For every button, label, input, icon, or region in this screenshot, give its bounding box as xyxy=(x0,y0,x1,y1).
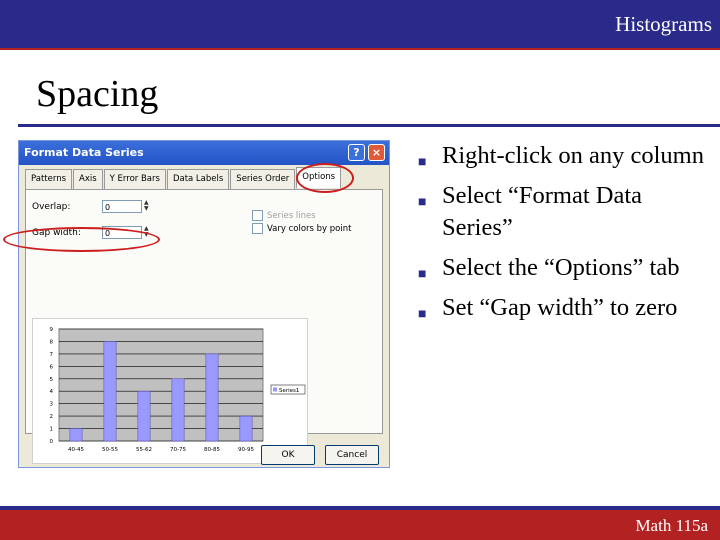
tab-patterns[interactable]: Patterns xyxy=(25,169,73,190)
checkbox-icon xyxy=(252,223,263,234)
title-rule xyxy=(18,124,720,127)
x-tick-label: 70-75 xyxy=(170,447,186,453)
header-band: Histograms xyxy=(0,0,720,48)
y-tick-label: 6 xyxy=(50,364,54,370)
y-tick-label: 2 xyxy=(50,414,54,420)
dialog-title: Format Data Series xyxy=(24,146,144,159)
y-tick-label: 0 xyxy=(50,439,54,445)
bullet-item: ■ Select the “Options” tab xyxy=(418,252,708,284)
header-rule xyxy=(0,48,720,50)
preview-chart: 0 1 2 3 4 5 6 7 8 9 40-45 50-55 55-62 70-75 80-85 90-95… xyxy=(32,318,308,464)
bar xyxy=(137,390,151,442)
bullet-item: ■ Select “Format Data Series” xyxy=(418,180,708,244)
y-tick-label: 4 xyxy=(50,389,54,395)
help-button[interactable]: ? xyxy=(348,144,365,161)
footer-text: Math 115a xyxy=(635,516,708,535)
x-tick-label: 90-95 xyxy=(238,447,254,453)
y-tick-label: 7 xyxy=(50,352,54,358)
overlap-field: Overlap: 0 ▲ ▼ xyxy=(32,200,149,213)
square-bullet-icon: ■ xyxy=(418,155,427,170)
x-tick-label: 80-85 xyxy=(204,447,220,453)
tab-series-order[interactable]: Series Order xyxy=(230,169,296,190)
square-bullet-icon: ■ xyxy=(418,307,427,322)
cancel-button[interactable]: Cancel xyxy=(325,445,379,465)
y-tick-label: 9 xyxy=(50,327,54,333)
tab-axis[interactable]: Axis xyxy=(73,169,103,190)
y-tick-label: 1 xyxy=(50,427,54,433)
bar xyxy=(205,353,219,442)
tab-y-error-bars[interactable]: Y Error Bars xyxy=(103,169,166,190)
options-panel: Overlap: 0 ▲ ▼ Gap width: 0 ▲ ▼ Series lin… xyxy=(25,189,383,464)
bar xyxy=(69,428,83,442)
preview-chart-svg: 0 1 2 3 4 5 6 7 8 9 40-45 50-55 55-62 70-75 80-85 90-95… xyxy=(50,327,306,453)
ok-button[interactable]: OK xyxy=(261,445,315,465)
checkbox-icon xyxy=(252,210,263,221)
bullet-text: Select “Format Data Series” xyxy=(442,182,643,241)
bullet-text: Set “Gap width” to zero xyxy=(442,294,678,321)
header-title: Histograms xyxy=(615,12,712,36)
series-lines-label: Series lines xyxy=(267,210,316,221)
x-tick-label: 40-45 xyxy=(68,447,84,453)
tab-data-labels[interactable]: Data Labels xyxy=(166,169,230,190)
overlap-spinner-icon[interactable]: ▲ ▼ xyxy=(144,200,149,212)
bullet-text: Select the “Options” tab xyxy=(442,254,680,281)
gap-width-highlight xyxy=(3,227,160,252)
y-tick-label: 3 xyxy=(50,402,54,408)
y-tick-label: 8 xyxy=(50,339,54,345)
bullet-text: Right-click on any column xyxy=(442,142,704,169)
bullet-item: ■ Right-click on any column xyxy=(418,140,708,172)
dialog-titlebar[interactable]: Format Data Series ? × xyxy=(19,141,389,165)
slide-title: Spacing xyxy=(36,73,159,115)
y-tick-label: 5 xyxy=(50,377,54,383)
legend-swatch xyxy=(273,387,277,392)
vary-colors-label: Vary colors by point xyxy=(267,223,352,234)
options-tab-highlight xyxy=(296,163,354,193)
legend-label: Series1 xyxy=(279,388,299,394)
overlap-label: Overlap: xyxy=(32,202,71,212)
plot-area xyxy=(58,328,264,442)
bar xyxy=(171,378,185,442)
vary-colors-checkbox[interactable]: Vary colors by point xyxy=(252,223,351,234)
x-tick-label: 55-62 xyxy=(136,447,152,453)
bar xyxy=(103,341,117,442)
dialog-tabs: Patterns Axis Y Error Bars Data Labels S… xyxy=(25,167,342,190)
x-tick-label: 50-55 xyxy=(102,447,118,453)
close-button[interactable]: × xyxy=(368,144,385,161)
bullet-list: ■ Right-click on any column ■ Select “Form… xyxy=(418,140,708,332)
square-bullet-icon: ■ xyxy=(418,267,427,282)
overlap-input[interactable]: 0 xyxy=(102,200,142,213)
series-lines-checkbox[interactable]: Series lines xyxy=(252,210,316,221)
bar xyxy=(239,415,253,442)
footer-band: Math 115a xyxy=(0,506,720,540)
square-bullet-icon: ■ xyxy=(418,195,427,210)
bullet-item: ■ Set “Gap width” to zero xyxy=(418,292,708,324)
